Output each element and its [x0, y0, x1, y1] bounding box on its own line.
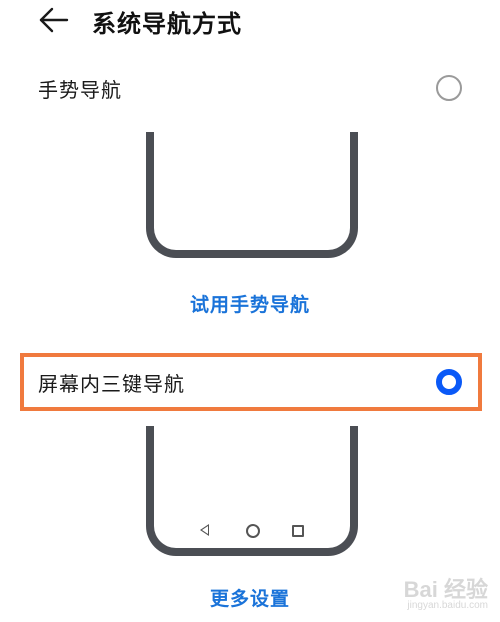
gesture-phone-illustration [146, 132, 358, 258]
radio-unselected[interactable] [436, 75, 462, 101]
option-three-key-navigation[interactable]: 屏幕内三键导航 [20, 353, 482, 411]
back-triangle-icon [200, 524, 209, 536]
back-button[interactable] [38, 6, 70, 34]
try-gesture-link[interactable]: 试用手势导航 [0, 290, 500, 317]
radio-selected[interactable] [436, 369, 462, 395]
option-label: 屏幕内三键导航 [38, 372, 185, 396]
option-gesture-navigation[interactable]: 手势导航 [20, 61, 482, 115]
nav-bar [154, 524, 350, 538]
three-key-phone-illustration [146, 426, 358, 556]
screen: 系统导航方式 手势导航 试用手势导航 屏幕内三键导航 更多设置 Bai 经验 j… [0, 0, 500, 622]
arrow-left-icon [39, 7, 69, 33]
page-title: 系统导航方式 [92, 10, 242, 38]
option-label: 手势导航 [38, 78, 122, 102]
header: 系统导航方式 [0, 0, 500, 44]
home-circle-icon [246, 524, 260, 538]
watermark-url: jingyan.baidu.com [407, 600, 488, 611]
recent-square-icon [292, 525, 304, 537]
watermark: Bai 经验 jingyan.baidu.com [362, 572, 492, 616]
